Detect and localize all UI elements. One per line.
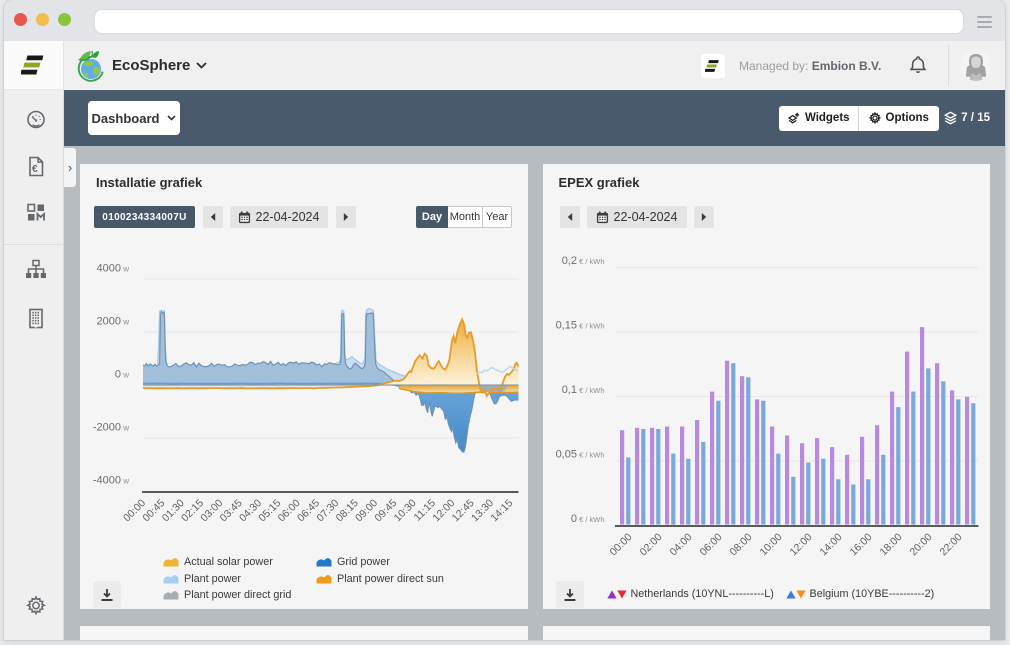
svg-text:0 € / kWh: 0 € / kWh: [570, 513, 604, 525]
svg-text:04:00: 04:00: [667, 531, 694, 558]
svg-text:14:00: 14:00: [817, 531, 844, 558]
svg-text:4000 w: 4000 w: [97, 262, 130, 274]
svg-text:-4000 w: -4000 w: [93, 474, 129, 486]
svg-text:0,05 € / kWh: 0,05 € / kWh: [555, 448, 604, 460]
svg-text:-2000 w: -2000 w: [93, 421, 129, 433]
svg-text:02:00: 02:00: [637, 531, 664, 558]
svg-text:20:00: 20:00: [907, 531, 934, 558]
svg-text:10:00: 10:00: [757, 531, 784, 558]
svg-text:12:00: 12:00: [787, 531, 814, 558]
svg-text:18:00: 18:00: [877, 531, 904, 558]
svg-text:2000 w: 2000 w: [97, 315, 130, 327]
svg-text:0,15 € / kWh: 0,15 € / kWh: [555, 319, 604, 331]
svg-text:06:00: 06:00: [697, 531, 724, 558]
svg-text:16:00: 16:00: [847, 531, 874, 558]
svg-text:08:00: 08:00: [727, 531, 754, 558]
svg-text:0 w: 0 w: [115, 368, 129, 380]
svg-text:0,1 € / kWh: 0,1 € / kWh: [561, 384, 604, 396]
svg-text:€: €: [32, 164, 38, 175]
svg-text:00:00: 00:00: [607, 531, 634, 558]
svg-text:14:15: 14:15: [488, 497, 515, 524]
svg-text:0,2 € / kWh: 0,2 € / kWh: [561, 255, 604, 267]
svg-text:22:00: 22:00: [937, 531, 964, 558]
